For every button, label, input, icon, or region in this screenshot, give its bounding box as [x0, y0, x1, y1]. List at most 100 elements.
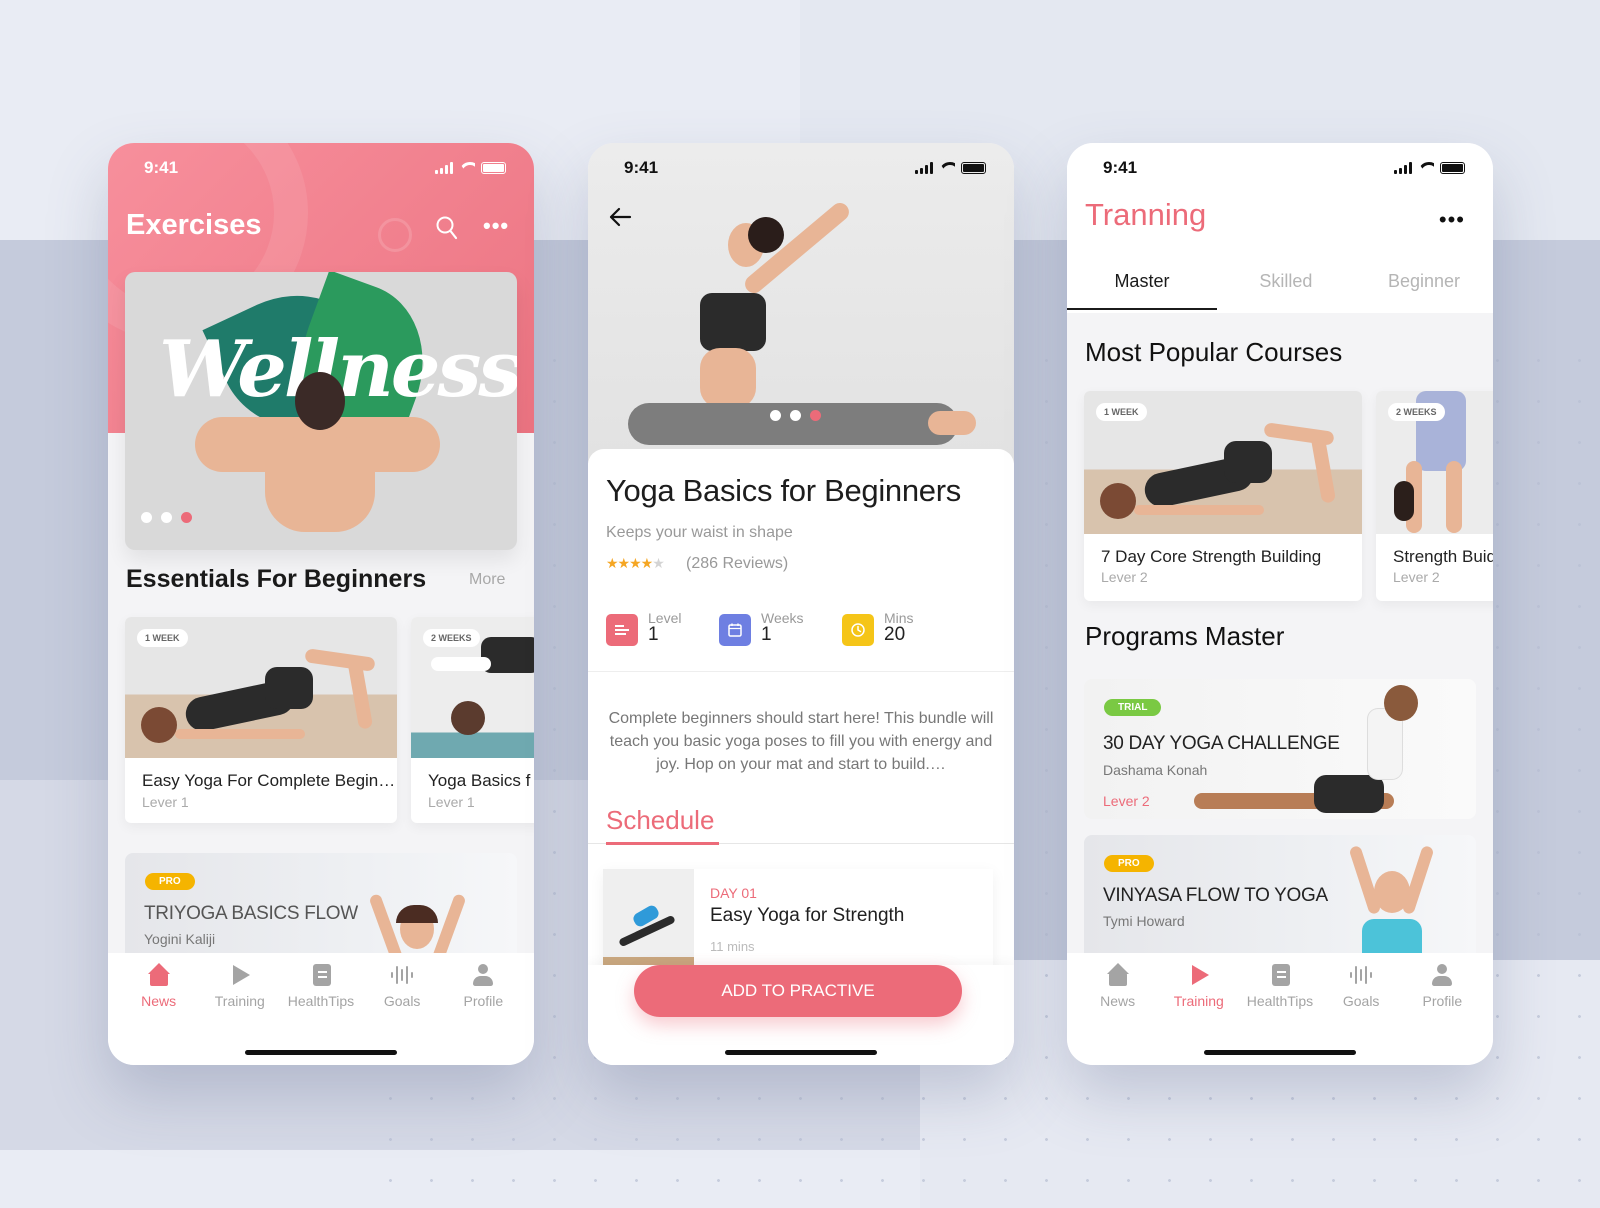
tab-news[interactable]: News	[1082, 963, 1154, 1009]
home-indicator	[725, 1050, 877, 1055]
tab-profile[interactable]: Profile	[447, 963, 519, 1009]
home-icon	[1106, 963, 1130, 987]
course-description: Complete beginners should start here! Th…	[608, 710, 994, 773]
notebook-icon	[1268, 963, 1292, 987]
pager-dot[interactable]	[161, 512, 172, 523]
tab-master[interactable]: Master	[1067, 271, 1217, 310]
section-title: Programs Master	[1085, 621, 1285, 651]
tab-label: News	[141, 993, 177, 1009]
back-arrow-icon[interactable]	[608, 203, 632, 234]
pager-dot[interactable]	[790, 410, 801, 421]
person-shorts	[1314, 775, 1384, 813]
home-indicator	[1204, 1050, 1356, 1055]
person-hair	[748, 217, 784, 253]
schedule-day: DAY 01	[710, 885, 757, 901]
course-level: Lever 1	[428, 794, 475, 810]
home-indicator	[245, 1050, 397, 1055]
program-author: Yogini Kaliji	[144, 931, 216, 947]
program-card[interactable]: PRO VINYASA FLOW TO YOGA Tymi Howard	[1084, 835, 1476, 965]
signal-icon	[915, 162, 933, 174]
notebook-icon	[309, 963, 333, 987]
stat-level: Level 1	[606, 611, 681, 646]
featured-banner[interactable]: Wellness	[125, 272, 517, 550]
decor-ring	[378, 218, 412, 252]
course-card[interactable]: 1 WEEK Easy Yoga For Complete Begin… Lev…	[125, 617, 397, 823]
phone-exercises: 9:41 Exercises ••• Wellness Essentials F…	[108, 143, 534, 1065]
pager-dot[interactable]	[770, 410, 781, 421]
tab-training[interactable]: Training	[204, 963, 276, 1009]
page-title: Tranning	[1085, 197, 1207, 232]
stat-label: Level	[648, 610, 682, 626]
wifi-icon	[939, 162, 955, 174]
tab-beginner[interactable]: Beginner	[1355, 271, 1493, 310]
add-to-practice-button[interactable]: ADD TO PRACTIVE	[634, 965, 962, 1017]
level-tabs: Master Skilled Beginner	[1067, 271, 1493, 310]
schedule-item[interactable]: DAY 01 Easy Yoga for Strength 11 mins	[603, 869, 993, 979]
pager-dot-active[interactable]	[181, 512, 192, 523]
program-author: Dashama Konah	[1103, 762, 1208, 778]
tab-label: News	[1100, 993, 1136, 1009]
play-icon	[228, 963, 252, 987]
tab-profile[interactable]: Profile	[1406, 963, 1478, 1009]
wifi-icon	[1418, 162, 1434, 174]
banner-pager[interactable]	[141, 512, 192, 523]
status-bar: 9:41	[1067, 143, 1493, 193]
search-icon[interactable]	[436, 216, 458, 246]
trial-badge: TRIAL	[1104, 699, 1162, 716]
person-foot	[928, 411, 976, 435]
course-level: Lever 2	[1101, 569, 1148, 585]
bottom-action-bar: ADD TO PRACTIVE	[588, 965, 1014, 1065]
status-time: 9:41	[624, 158, 659, 177]
review-count[interactable]: (286 Reviews)	[686, 555, 788, 573]
bottom-tab-bar: News Training HealthTips Goals Profile	[1067, 953, 1493, 1065]
schedule-thumbnail	[603, 869, 694, 979]
phone-training: 9:41 Tranning ••• Master Skilled Beginne…	[1067, 143, 1493, 1065]
rating-stars: ★★★★★	[606, 555, 665, 571]
tab-news[interactable]: News	[123, 963, 195, 1009]
tab-goals[interactable]: Goals	[366, 963, 438, 1009]
tab-healthtips[interactable]: HealthTips	[1244, 963, 1316, 1009]
status-bar: 9:41	[108, 143, 534, 193]
more-options-icon[interactable]: •••	[483, 213, 509, 239]
person-figure	[265, 437, 375, 532]
tab-label: Training	[214, 993, 265, 1009]
course-card[interactable]: 2 WEEKS Strength Buid Lever 2	[1376, 391, 1493, 601]
program-card[interactable]: TRIAL 30 DAY YOGA CHALLENGE Dashama Kona…	[1084, 679, 1476, 819]
battery-icon	[1440, 162, 1465, 174]
soundwave-icon	[390, 963, 414, 987]
tab-skilled[interactable]: Skilled	[1217, 271, 1355, 310]
tab-healthtips[interactable]: HealthTips	[285, 963, 357, 1009]
person-top	[700, 293, 766, 351]
course-title: Yoga Basics for Beginners	[606, 473, 961, 508]
course-card[interactable]: 2 WEEKS Yoga Basics f Lever 1	[411, 617, 534, 823]
course-card[interactable]: 1 WEEK 7 Day Core Strength Building Leve…	[1084, 391, 1362, 601]
signal-icon	[1394, 162, 1412, 174]
person-head	[1384, 685, 1418, 721]
person-head	[1374, 871, 1410, 913]
duration-badge: 2 WEEKS	[423, 629, 480, 647]
tab-goals[interactable]: Goals	[1325, 963, 1397, 1009]
status-bar: 9:41	[588, 143, 1014, 193]
more-options-icon[interactable]: •••	[1439, 207, 1465, 233]
play-icon	[1187, 963, 1211, 987]
soundwave-icon	[1349, 963, 1373, 987]
more-link[interactable]: More	[469, 571, 505, 589]
program-level: Lever 2	[1103, 793, 1150, 809]
program-author: Tymi Howard	[1103, 913, 1185, 929]
signal-icon	[435, 162, 453, 174]
duration-badge: 1 WEEK	[137, 629, 188, 647]
tab-label: Training	[1173, 993, 1224, 1009]
stat-value: 1	[761, 624, 772, 645]
tab-training[interactable]: Training	[1163, 963, 1235, 1009]
schedule-title: Schedule	[606, 805, 715, 835]
course-title: Strength Buid	[1393, 547, 1493, 566]
pager-dot-active[interactable]	[810, 410, 821, 421]
stat-weeks: Weeks 1	[719, 611, 804, 646]
pager-dot[interactable]	[141, 512, 152, 523]
stat-value: 1	[648, 624, 659, 645]
course-level: Lever 1	[142, 794, 189, 810]
pro-badge: PRO	[145, 873, 195, 890]
page-title: Exercises	[126, 209, 262, 241]
course-title: Yoga Basics f	[428, 771, 531, 790]
photo-pager[interactable]	[770, 410, 821, 421]
